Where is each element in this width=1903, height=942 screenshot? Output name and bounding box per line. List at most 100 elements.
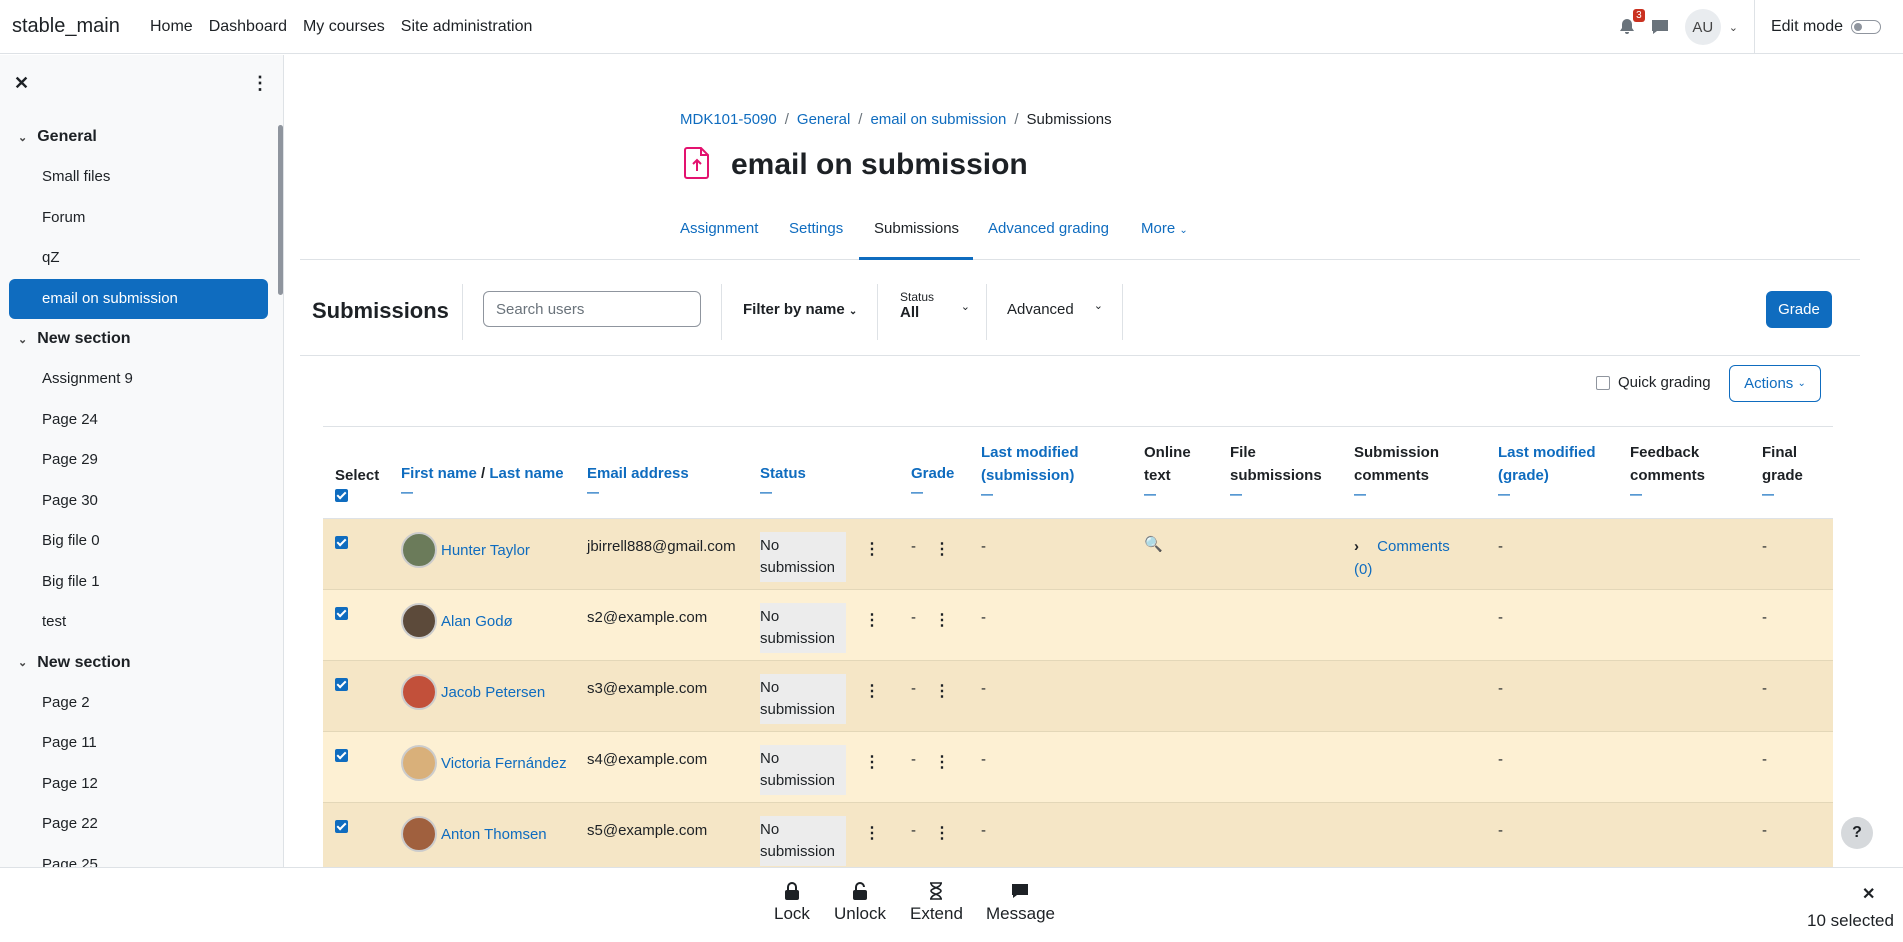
collapse-column-icon[interactable]: — xyxy=(1630,487,1705,501)
course-item-page-11[interactable]: Page 11 xyxy=(0,723,276,764)
user-menu-chevron-icon[interactable]: ⌄ xyxy=(1729,21,1738,34)
sort-first-name[interactable]: First name xyxy=(401,465,477,482)
chevron-down-icon[interactable]: ⌄ xyxy=(18,333,27,346)
tab-settings[interactable]: Settings xyxy=(789,220,843,237)
collapse-column-icon[interactable]: — xyxy=(1144,487,1191,501)
course-item-page-22[interactable]: Page 22 xyxy=(0,804,276,845)
lock-button[interactable]: Lock xyxy=(774,882,810,924)
breadcrumb-course[interactable]: MDK101-5090 xyxy=(680,111,777,128)
sort-last-modified-submission[interactable]: Last modified xyxy=(981,444,1079,461)
sort-last-modified-submission-2[interactable]: (submission) xyxy=(981,467,1074,484)
grade-menu-kebab-icon[interactable]: ⋮ xyxy=(934,613,950,629)
row-actions-kebab-icon[interactable]: ⋮ xyxy=(864,684,880,700)
course-item-big-file-1[interactable]: Big file 1 xyxy=(0,562,276,603)
drawer-scrollbar[interactable] xyxy=(278,125,283,295)
sort-status[interactable]: Status xyxy=(760,465,806,482)
chevron-down-icon[interactable]: ⌄ xyxy=(18,131,27,144)
row-select-checkbox[interactable] xyxy=(335,820,348,833)
edit-mode-toggle[interactable] xyxy=(1851,20,1881,34)
user-name-link[interactable]: Anton Thomsen xyxy=(441,826,547,843)
course-item-page-24[interactable]: Page 24 xyxy=(0,400,276,441)
collapse-column-icon[interactable]: — xyxy=(760,485,806,499)
row-select-checkbox[interactable] xyxy=(335,536,348,549)
collapse-column-icon[interactable]: — xyxy=(1230,487,1322,501)
grade-menu-kebab-icon[interactable]: ⋮ xyxy=(934,755,950,771)
course-item-qz[interactable]: qZ xyxy=(0,238,276,279)
status-filter-dropdown[interactable]: Status All ⌄ xyxy=(900,290,970,321)
avatar[interactable] xyxy=(401,816,437,852)
user-name-link[interactable]: Alan Godø xyxy=(441,613,513,630)
user-avatar[interactable]: AU xyxy=(1684,9,1721,45)
unlock-button[interactable]: Unlock xyxy=(834,882,886,924)
breadcrumb-section[interactable]: General xyxy=(797,111,850,128)
collapse-column-icon[interactable]: — xyxy=(401,485,564,499)
nav-home[interactable]: Home xyxy=(142,18,201,36)
course-item-page-30[interactable]: Page 30 xyxy=(0,481,276,522)
nav-my-courses[interactable]: My courses xyxy=(295,18,393,36)
course-item-page-2[interactable]: Page 2 xyxy=(0,683,276,724)
course-item-small-files[interactable]: Small files xyxy=(0,157,276,198)
course-item-email-on-submission[interactable]: email on submission xyxy=(9,278,268,319)
avatar[interactable] xyxy=(401,532,437,568)
search-users-input[interactable] xyxy=(483,291,701,327)
collapse-column-icon[interactable]: — xyxy=(911,485,954,499)
advanced-filter-dropdown[interactable]: Advanced ⌄ xyxy=(1007,300,1103,318)
collapse-column-icon[interactable]: — xyxy=(587,485,689,499)
collapse-column-icon[interactable]: — xyxy=(1354,487,1439,501)
row-select-checkbox[interactable] xyxy=(335,607,348,620)
row-actions-kebab-icon[interactable]: ⋮ xyxy=(864,542,880,558)
site-name[interactable]: stable_main xyxy=(12,15,142,38)
row-actions-kebab-icon[interactable]: ⋮ xyxy=(864,613,880,629)
user-name-link[interactable]: Victoria Fernández xyxy=(441,755,567,772)
actions-button[interactable]: Actions ⌄ xyxy=(1729,365,1821,402)
row-actions-kebab-icon[interactable]: ⋮ xyxy=(864,826,880,842)
filter-by-name-dropdown[interactable]: Filter by name ⌄ xyxy=(743,301,857,318)
nav-site-administration[interactable]: Site administration xyxy=(393,18,541,36)
sort-last-modified-grade[interactable]: Last modified xyxy=(1498,444,1596,461)
nav-dashboard[interactable]: Dashboard xyxy=(201,18,295,36)
row-select-checkbox[interactable] xyxy=(335,678,348,691)
avatar[interactable] xyxy=(401,674,437,710)
sort-email[interactable]: Email address xyxy=(587,465,689,482)
collapse-column-icon[interactable]: — xyxy=(981,487,1079,501)
notifications-bell-icon[interactable]: 3 xyxy=(1615,9,1645,39)
tab-advanced-grading[interactable]: Advanced grading xyxy=(988,220,1109,237)
course-item-forum[interactable]: Forum xyxy=(0,198,276,239)
select-all-checkbox[interactable] xyxy=(335,489,348,502)
section-new-section-1[interactable]: ⌄ New section xyxy=(0,319,276,359)
collapse-column-icon[interactable]: — xyxy=(1498,487,1596,501)
drawer-menu-kebab-icon[interactable]: ⋮ xyxy=(251,73,269,94)
comments-count-link[interactable]: (0) xyxy=(1354,561,1372,578)
chevron-right-icon[interactable]: › xyxy=(1354,538,1359,555)
section-general[interactable]: ⌄ General xyxy=(0,117,276,157)
grade-menu-kebab-icon[interactable]: ⋮ xyxy=(934,684,950,700)
grade-menu-kebab-icon[interactable]: ⋮ xyxy=(934,826,950,842)
magnify-icon[interactable]: 🔍 xyxy=(1144,535,1163,553)
course-item-big-file-0[interactable]: Big file 0 xyxy=(0,521,276,562)
messages-icon[interactable] xyxy=(1649,16,1671,38)
help-button[interactable]: ? xyxy=(1841,817,1873,849)
message-button[interactable]: Message xyxy=(986,882,1055,924)
breadcrumb-activity[interactable]: email on submission xyxy=(870,111,1006,128)
section-new-section-2[interactable]: ⌄ New section xyxy=(0,643,276,683)
row-actions-kebab-icon[interactable]: ⋮ xyxy=(864,755,880,771)
avatar[interactable] xyxy=(401,745,437,781)
collapse-column-icon[interactable]: — xyxy=(1762,487,1803,501)
tab-submissions[interactable]: Submissions xyxy=(874,220,959,237)
row-select-checkbox[interactable] xyxy=(335,749,348,762)
close-drawer-icon[interactable]: ✕ xyxy=(14,73,29,94)
course-item-assignment-9[interactable]: Assignment 9 xyxy=(0,359,276,400)
avatar[interactable] xyxy=(401,603,437,639)
comments-link[interactable]: Comments xyxy=(1377,538,1450,555)
extend-button[interactable]: Extend xyxy=(910,882,963,924)
quick-grading-checkbox[interactable] xyxy=(1596,375,1610,390)
user-name-link[interactable]: Hunter Taylor xyxy=(441,542,530,559)
course-item-page-12[interactable]: Page 12 xyxy=(0,764,276,805)
course-item-test[interactable]: test xyxy=(0,602,276,643)
grade-menu-kebab-icon[interactable]: ⋮ xyxy=(934,542,950,558)
chevron-down-icon[interactable]: ⌄ xyxy=(18,656,27,669)
sort-last-name[interactable]: Last name xyxy=(489,465,563,482)
course-item-page-29[interactable]: Page 29 xyxy=(0,440,276,481)
sort-last-modified-grade-2[interactable]: (grade) xyxy=(1498,467,1549,484)
tab-more[interactable]: More ⌄ xyxy=(1141,220,1188,237)
